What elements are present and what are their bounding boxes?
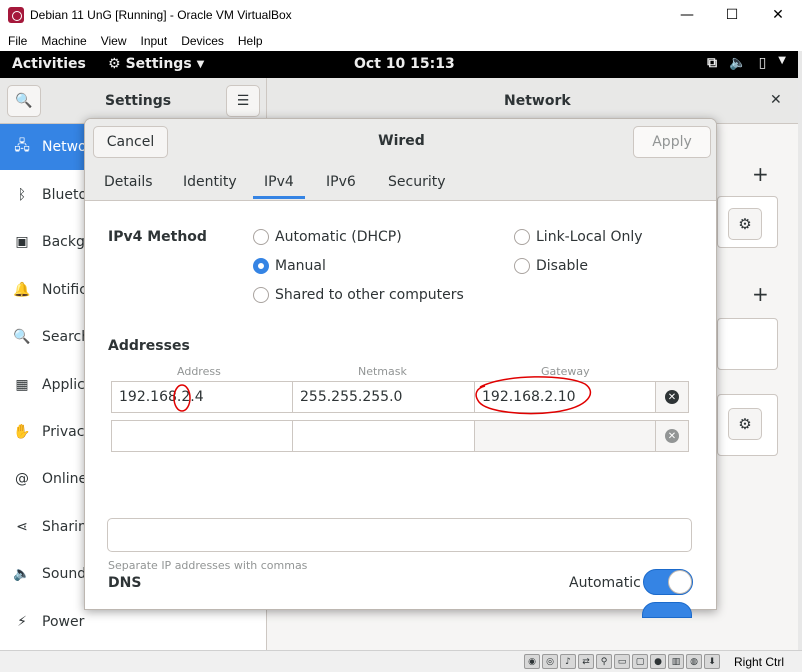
add-connection-plus-icon[interactable]: + bbox=[752, 162, 769, 186]
menu-file[interactable]: File bbox=[8, 34, 27, 48]
bluetooth-icon: ᛒ bbox=[17, 187, 27, 203]
activities-button[interactable]: Activities bbox=[12, 56, 86, 72]
audio-icon[interactable]: ♪ bbox=[560, 654, 576, 669]
menu-view[interactable]: View bbox=[101, 34, 127, 48]
host-titlebar: Debian 11 UnG [Running] - Oracle VM Virt… bbox=[0, 0, 802, 30]
host-menubar: File Machine View Input Devices Help bbox=[0, 30, 802, 51]
dialog-headerbar: Cancel Wired Apply bbox=[85, 119, 716, 165]
vpn-frame bbox=[717, 318, 778, 370]
power-icon: ⚡ bbox=[17, 614, 27, 630]
proxy-settings-gear-icon[interactable]: ⚙ bbox=[728, 408, 762, 440]
window-title: Debian 11 UnG [Running] - Oracle VM Virt… bbox=[30, 8, 292, 22]
window-border bbox=[798, 51, 802, 650]
gnome-top-bar: Activities ⚙ Settings ▼ Oct 10 15:13 ⧉ 🔈… bbox=[0, 51, 798, 78]
tab-identity[interactable]: Identity bbox=[183, 174, 237, 190]
sidebar-item-label: Search bbox=[42, 329, 91, 345]
search-icon: 🔍 bbox=[13, 329, 31, 345]
video-capture-icon[interactable]: ● bbox=[650, 654, 666, 669]
search-icon: 🔍 bbox=[15, 93, 33, 109]
volume-icon: 🔈 bbox=[729, 55, 747, 71]
wired-settings-gear-icon[interactable]: ⚙ bbox=[728, 208, 762, 240]
sharing-icon: ⋖ bbox=[16, 519, 28, 535]
optical-drive-icon[interactable]: ◎ bbox=[542, 654, 558, 669]
tab-ipv6[interactable]: IPv6 bbox=[326, 174, 356, 190]
gear-icon: ⚙ bbox=[108, 56, 121, 72]
red-annotation bbox=[173, 376, 592, 415]
status-icons: ◉ ◎ ♪ ⇄ ⚲ ▭ ▢ ● ▥ ◍ ⬇ bbox=[524, 654, 720, 669]
menu-devices[interactable]: Devices bbox=[181, 34, 224, 48]
tab-details[interactable]: Details bbox=[104, 174, 153, 190]
search-button[interactable]: 🔍 bbox=[7, 85, 41, 117]
arrow-icon[interactable]: ⬇ bbox=[704, 654, 720, 669]
menu-input[interactable]: Input bbox=[141, 34, 168, 48]
network-adapter-icon[interactable]: ⇄ bbox=[578, 654, 594, 669]
clock[interactable]: Oct 10 15:13 bbox=[354, 56, 455, 72]
applications-icon: ▦ bbox=[15, 377, 29, 393]
add-vpn-plus-icon[interactable]: + bbox=[752, 282, 769, 306]
dns-automatic-switch[interactable] bbox=[643, 569, 693, 595]
switch-knob bbox=[668, 570, 692, 594]
virtualbox-logo-icon bbox=[8, 7, 24, 23]
sound-icon: 🔈 bbox=[13, 566, 31, 582]
network-icon: 🖧 bbox=[14, 138, 30, 154]
minimize-button[interactable]: — bbox=[664, 0, 710, 30]
host-statusbar: ◉ ◎ ♪ ⇄ ⚲ ▭ ▢ ● ▥ ◍ ⬇ Right Ctrl bbox=[0, 650, 802, 672]
close-icon[interactable]: ✕ bbox=[770, 92, 782, 108]
maximize-button[interactable]: ☐ bbox=[709, 0, 755, 30]
settings-title: Settings bbox=[105, 93, 172, 109]
menu-machine[interactable]: Machine bbox=[41, 34, 86, 48]
app-menu-label: Settings bbox=[125, 56, 192, 72]
privacy-icon: ✋ bbox=[13, 424, 31, 440]
tab-ipv4[interactable]: IPv4 bbox=[253, 174, 305, 199]
host-key-label: Right Ctrl bbox=[734, 655, 785, 669]
sidebar-item-label: Power bbox=[42, 614, 85, 630]
online-accounts-icon: @ bbox=[15, 471, 29, 487]
wired-dialog: Cancel Wired Apply Details Identity IPv4… bbox=[84, 118, 717, 610]
display-icon[interactable]: ▢ bbox=[632, 654, 648, 669]
main-menu-button[interactable]: ☰ bbox=[226, 85, 260, 117]
ipv4-page: IPv4 Method Automatic (DHCP) Manual Shar… bbox=[85, 202, 716, 609]
system-tray[interactable]: ⧉ 🔈 ▯ ▼ bbox=[707, 55, 786, 71]
network-icon: ⧉ bbox=[707, 55, 718, 71]
dns-label: DNS bbox=[108, 575, 142, 591]
battery-icon: ▯ bbox=[758, 55, 767, 71]
power-menu-icon: ▼ bbox=[778, 55, 786, 66]
usb-icon[interactable]: ⚲ bbox=[596, 654, 612, 669]
mouse-integration-icon[interactable]: ◍ bbox=[686, 654, 702, 669]
menu-help[interactable]: Help bbox=[238, 34, 263, 48]
dialog-title: Wired bbox=[378, 133, 425, 149]
panel-title: Network bbox=[504, 93, 571, 109]
hard-disk-icon[interactable]: ◉ bbox=[524, 654, 540, 669]
chevron-down-icon: ▼ bbox=[196, 58, 205, 70]
apply-button[interactable]: Apply bbox=[633, 126, 711, 158]
dns-automatic-label: Automatic bbox=[569, 575, 641, 591]
shared-folders-icon[interactable]: ▭ bbox=[614, 654, 630, 669]
close-button[interactable]: ✕ bbox=[755, 0, 801, 30]
notifications-icon: 🔔 bbox=[13, 282, 31, 298]
hamburger-icon: ☰ bbox=[236, 93, 250, 109]
app-menu[interactable]: ⚙ Settings ▼ bbox=[108, 56, 204, 72]
background-icon: ▣ bbox=[15, 234, 29, 250]
dialog-tabs: Details Identity IPv4 IPv6 Security bbox=[85, 165, 716, 201]
cpu-icon[interactable]: ▥ bbox=[668, 654, 684, 669]
sidebar-item-label: Sound bbox=[42, 566, 87, 582]
tab-security[interactable]: Security bbox=[388, 174, 446, 190]
